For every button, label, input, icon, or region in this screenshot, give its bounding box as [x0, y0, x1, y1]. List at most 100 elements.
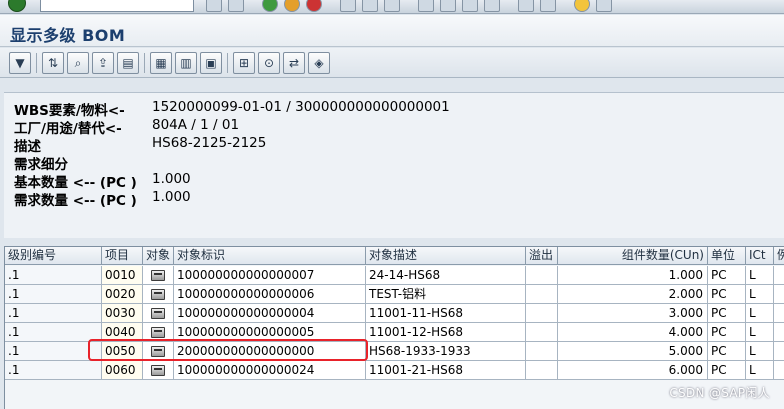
filter-button[interactable]: ▼: [9, 52, 31, 74]
cell-object-description[interactable]: HS68-1933-1933: [366, 342, 526, 361]
find-button[interactable]: ⌕: [67, 52, 89, 74]
cell-object[interactable]: [143, 304, 174, 323]
cell-overflow[interactable]: [526, 304, 558, 323]
cell-level[interactable]: .1: [5, 361, 102, 380]
cell-overflow[interactable]: [526, 285, 558, 304]
column-header-object[interactable]: 对象: [143, 247, 174, 265]
cell-object-id[interactable]: 100000000000000007: [174, 266, 366, 285]
column-header-level[interactable]: 级别编号: [5, 247, 102, 265]
cell-overflow[interactable]: [526, 266, 558, 285]
cell-extra[interactable]: [774, 342, 784, 361]
cell-quantity[interactable]: 5.000: [558, 342, 708, 361]
command-field[interactable]: [40, 0, 194, 12]
cell-unit[interactable]: PC: [708, 342, 746, 361]
cell-unit[interactable]: PC: [708, 285, 746, 304]
next-page-icon[interactable]: [462, 0, 478, 12]
column-header-object-id[interactable]: 对象标识: [174, 247, 366, 265]
cell-object-description[interactable]: 11001-11-HS68: [366, 304, 526, 323]
find-next-icon[interactable]: [384, 0, 400, 12]
navigate-button[interactable]: ⇄: [283, 52, 305, 74]
cancel-icon[interactable]: [306, 0, 322, 12]
cell-object[interactable]: [143, 266, 174, 285]
cell-extra[interactable]: [774, 323, 784, 342]
options-icon: ◈: [314, 56, 324, 70]
cell-overflow[interactable]: [526, 323, 558, 342]
cell-item[interactable]: 0060: [102, 361, 143, 380]
cell-item-category[interactable]: L: [746, 285, 774, 304]
cell-object-id[interactable]: 100000000000000006: [174, 285, 366, 304]
cell-overflow[interactable]: [526, 342, 558, 361]
cell-quantity[interactable]: 6.000: [558, 361, 708, 380]
where-used-button[interactable]: ⊙: [258, 52, 280, 74]
table-row[interactable]: .1 0060 100000000000000024 11001-21-HS68…: [5, 361, 784, 380]
hierarchy-button[interactable]: ⊞: [233, 52, 255, 74]
export-button[interactable]: ⇪: [92, 52, 114, 74]
cell-extra[interactable]: [774, 304, 784, 323]
shortcut-icon[interactable]: [540, 0, 556, 12]
cell-item[interactable]: 0030: [102, 304, 143, 323]
cell-item-category[interactable]: L: [746, 304, 774, 323]
print-preview-button[interactable]: ▤: [117, 52, 139, 74]
sort-button[interactable]: ⇅: [42, 52, 64, 74]
save-icon[interactable]: [206, 0, 222, 12]
save-layout-button[interactable]: ▣: [200, 52, 222, 74]
layout-menu-icon[interactable]: [596, 0, 612, 12]
cell-unit[interactable]: PC: [708, 323, 746, 342]
cell-extra[interactable]: [774, 361, 784, 380]
cell-object-id[interactable]: 100000000000000004: [174, 304, 366, 323]
cell-item[interactable]: 0010: [102, 266, 143, 285]
cell-item-category[interactable]: L: [746, 342, 774, 361]
cell-level[interactable]: .1: [5, 304, 102, 323]
cell-overflow[interactable]: [526, 361, 558, 380]
cell-item-category[interactable]: L: [746, 266, 774, 285]
cell-object-id[interactable]: 100000000000000024: [174, 361, 366, 380]
save-disabled-icon[interactable]: [228, 0, 244, 12]
sort-icon: ⇅: [47, 56, 59, 70]
previous-page-icon[interactable]: [440, 0, 456, 12]
column-header-unit[interactable]: 单位: [708, 247, 746, 265]
first-page-icon[interactable]: [418, 0, 434, 12]
cell-level[interactable]: .1: [5, 285, 102, 304]
table-row[interactable]: .1 0030 100000000000000004 11001-11-HS68…: [5, 304, 784, 323]
column-header-item-category[interactable]: ICt: [746, 247, 774, 265]
cell-quantity[interactable]: 1.000: [558, 266, 708, 285]
cell-unit[interactable]: PC: [708, 266, 746, 285]
cell-level[interactable]: .1: [5, 323, 102, 342]
column-header-overflow[interactable]: 溢出: [526, 247, 558, 265]
cell-object-description[interactable]: 11001-12-HS68: [366, 323, 526, 342]
cell-unit[interactable]: PC: [708, 304, 746, 323]
find-icon[interactable]: [362, 0, 378, 12]
new-session-icon[interactable]: [518, 0, 534, 12]
cell-object-description[interactable]: 24-14-HS68: [366, 266, 526, 285]
last-page-icon[interactable]: [484, 0, 500, 12]
change-layout-button[interactable]: ▥: [175, 52, 197, 74]
options-button[interactable]: ◈: [308, 52, 330, 74]
cell-item-category[interactable]: L: [746, 361, 774, 380]
print-icon[interactable]: [340, 0, 356, 12]
cell-quantity[interactable]: 3.000: [558, 304, 708, 323]
grid-layout-button[interactable]: ▦: [150, 52, 172, 74]
cell-item[interactable]: 0020: [102, 285, 143, 304]
table-row[interactable]: .1 0010 100000000000000007 24-14-HS68 1.…: [5, 266, 784, 285]
exit-icon[interactable]: [284, 0, 300, 12]
cell-extra[interactable]: [774, 285, 784, 304]
back-icon[interactable]: [262, 0, 278, 12]
cell-object-description[interactable]: TEST-铝料: [366, 285, 526, 304]
cell-level[interactable]: .1: [5, 266, 102, 285]
cell-quantity[interactable]: 4.000: [558, 323, 708, 342]
cell-extra[interactable]: [774, 266, 784, 285]
cell-object[interactable]: [143, 361, 174, 380]
column-header-component-quantity[interactable]: 组件数量(CUn): [558, 247, 708, 265]
cell-quantity[interactable]: 2.000: [558, 285, 708, 304]
column-header-extra[interactable]: 例: [774, 247, 784, 265]
help-icon[interactable]: [574, 0, 590, 12]
cell-object-description[interactable]: 11001-21-HS68: [366, 361, 526, 380]
table-row[interactable]: .1 0020 100000000000000006 TEST-铝料 2.000…: [5, 285, 784, 304]
column-header-item[interactable]: 项目: [102, 247, 143, 265]
column-header-object-description[interactable]: 对象描述: [366, 247, 526, 265]
header-label: 描述: [14, 139, 41, 155]
cell-object[interactable]: [143, 285, 174, 304]
cell-item-category[interactable]: L: [746, 323, 774, 342]
cell-unit[interactable]: PC: [708, 361, 746, 380]
enter-icon[interactable]: [8, 0, 26, 12]
